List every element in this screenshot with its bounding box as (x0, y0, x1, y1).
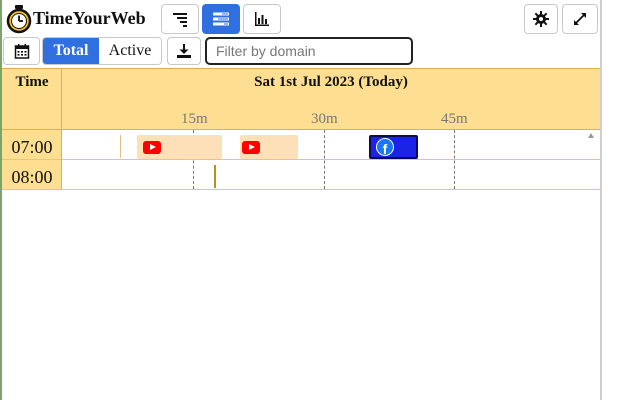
session-block-facebook[interactable]: f (369, 135, 418, 159)
session-marker (120, 135, 121, 158)
timeline-icon (173, 13, 187, 27)
download-button[interactable] (167, 37, 201, 65)
bar-chart-view-button[interactable] (243, 4, 281, 34)
calendar-icon (14, 44, 29, 59)
total-toggle-button[interactable]: Total (43, 38, 99, 64)
youtube-icon (143, 141, 161, 154)
gridline (454, 130, 455, 189)
divider (2, 159, 600, 160)
list-view-button[interactable] (202, 4, 240, 34)
total-active-toggle: Total Active (42, 37, 162, 65)
domain-filter-input[interactable] (205, 37, 413, 65)
tick-label: 45m (441, 111, 468, 127)
app-title: TimeYourWeb (33, 8, 146, 28)
divider (2, 68, 600, 69)
tick-label: 30m (311, 111, 338, 127)
divider (2, 189, 600, 190)
divider (2, 129, 600, 130)
list-icon (213, 12, 229, 26)
download-icon (177, 44, 191, 58)
hour-label: 08:00 (11, 167, 53, 187)
bar-chart-icon (255, 12, 269, 26)
settings-button[interactable] (524, 4, 558, 34)
app-logo (6, 4, 32, 34)
hour-label: 07:00 (11, 137, 53, 157)
gridline (324, 130, 325, 189)
session-block-youtube[interactable] (137, 135, 222, 159)
date-header: Sat 1st Jul 2023 (Today) (254, 74, 408, 90)
stopwatch-icon (6, 5, 32, 34)
facebook-icon: f (376, 138, 394, 157)
time-column-header: Time (15, 74, 49, 90)
expand-button[interactable] (562, 4, 598, 34)
scroll-up-arrow-icon[interactable] (588, 133, 594, 138)
session-marker[interactable] (214, 165, 216, 188)
expand-icon (574, 13, 586, 25)
tick-label: 15m (181, 111, 208, 127)
timeline-view-button[interactable] (161, 4, 199, 34)
window-left-edge (0, 0, 2, 400)
scrollbar-track[interactable] (600, 0, 602, 400)
session-block-youtube[interactable] (240, 135, 298, 159)
youtube-icon (242, 141, 260, 154)
active-toggle-button[interactable]: Active (99, 38, 161, 64)
gear-icon (533, 11, 549, 27)
calendar-button[interactable] (3, 37, 40, 65)
